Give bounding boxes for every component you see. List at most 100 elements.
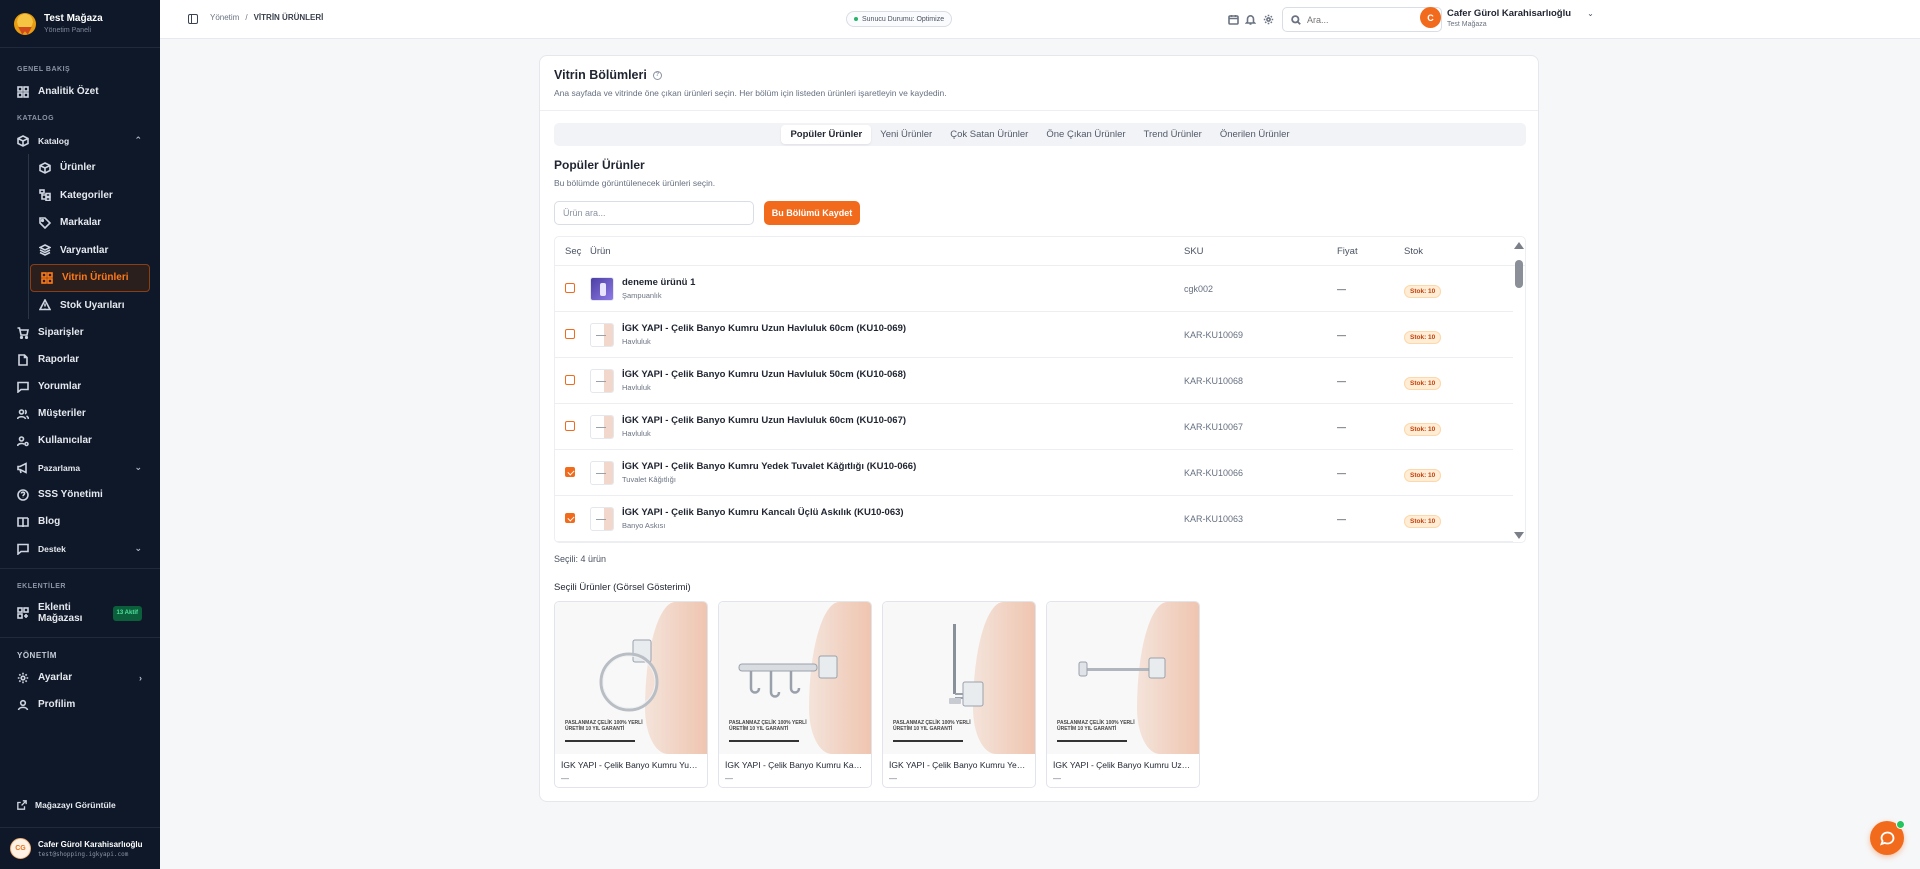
help-icon[interactable]: ?	[652, 70, 662, 80]
breadcrumb-root[interactable]: Yönetim	[210, 13, 239, 22]
section-admin: YÖNETİM	[17, 650, 57, 660]
sidebar-item-support[interactable]: Destek ⌄	[0, 535, 160, 562]
showcase-card: Vitrin Bölümleri ? Ana sayfada ve vitrin…	[539, 55, 1539, 802]
tab-recommended[interactable]: Önerilen Ürünler	[1211, 125, 1299, 144]
row-stock-cell: Stok: 10	[1404, 328, 1504, 344]
sidebar-item-variants[interactable]: Varyantlar	[29, 237, 160, 265]
sidebar-item-plugin-store[interactable]: Eklenti Mağazası 13 Aktif	[0, 595, 160, 631]
product-image: PASLANMAZ ÇELİK 100% YERLİ ÜRETİM 10 YIL…	[1047, 602, 1199, 754]
scroll-thumb[interactable]	[1515, 260, 1523, 288]
product-image: PASLANMAZ ÇELİK 100% YERLİ ÜRETİM 10 YIL…	[719, 602, 871, 754]
sidebar-item-brands[interactable]: Markalar	[29, 209, 160, 237]
sidebar-item-label: Eklenti Mağazası	[38, 602, 83, 624]
product-thumbnail	[590, 322, 614, 347]
stock-badge: Stok: 10	[1404, 514, 1442, 528]
product-search-input[interactable]	[554, 201, 754, 225]
scroll-down-arrow-icon[interactable]	[1514, 532, 1524, 539]
sidebar-item-analytics[interactable]: Analitik Özet	[0, 78, 160, 105]
selected-product-card[interactable]: PASLANMAZ ÇELİK 100% YERLİ ÜRETİM 10 YIL…	[882, 601, 1036, 788]
tab-new[interactable]: Yeni Ürünler	[871, 125, 941, 144]
tab-featured[interactable]: Öne Çıkan Ürünler	[1037, 125, 1134, 144]
sidebar-item-users[interactable]: Kullanıcılar	[0, 427, 160, 454]
global-search[interactable]	[1282, 7, 1442, 32]
sidebar-item-label: Markalar	[60, 217, 102, 229]
sidebar-item-categories[interactable]: Kategoriler	[29, 182, 160, 210]
tab-popular[interactable]: Popüler Ürünler	[781, 125, 872, 144]
gear-icon	[17, 672, 29, 684]
sidebar-item-reports[interactable]: Raporlar	[0, 346, 160, 373]
sidebar-item-label: Siparişler	[38, 327, 84, 338]
table-scrollbar[interactable]	[1514, 242, 1524, 539]
product-sku: cgk002	[1184, 283, 1214, 294]
sidebar-item-settings[interactable]: Ayarlar ›	[0, 664, 160, 691]
sidebar-item-orders[interactable]: Siparişler	[0, 319, 160, 346]
table-header: Seç Ürün SKU Fiyat Stok	[555, 237, 1525, 266]
column-header-stock: Stok	[1404, 245, 1424, 257]
selected-product-card[interactable]: PASLANMAZ ÇELİK 100% YERLİ ÜRETİM 10 YIL…	[1046, 601, 1200, 788]
layers-icon	[39, 244, 51, 257]
selected-product-card[interactable]: PASLANMAZ ÇELİK 100% YERLİ ÜRETİM 10 YIL…	[718, 601, 872, 788]
tree-icon	[39, 189, 51, 202]
row-select-cell	[555, 466, 590, 480]
row-checkbox[interactable]	[565, 374, 575, 385]
sidebar-item-customers[interactable]: Müşteriler	[0, 400, 160, 427]
selected-product-card[interactable]: PASLANMAZ ÇELİK 100% YERLİ ÜRETİM 10 YIL…	[554, 601, 708, 788]
section-plugins: EKLENTİLER	[17, 582, 66, 590]
sidebar-item-catalog[interactable]: Katalog ⌃	[0, 127, 160, 154]
row-checkbox[interactable]	[565, 282, 575, 293]
sidebar-item-products[interactable]: Ürünler	[29, 154, 160, 182]
sidebar-user[interactable]: CG Cafer Gürol Karahisarlıoğlu test@shop…	[0, 827, 160, 869]
sidebar-item-profile[interactable]: Profilim	[0, 691, 160, 718]
row-checkbox[interactable]	[565, 420, 575, 431]
product-table: Seç Ürün SKU Fiyat Stok deneme ürünü 1 Ş…	[554, 236, 1526, 543]
table-row[interactable]: İGK YAPI - Çelik Banyo Kumru Yedek Tuval…	[555, 450, 1513, 496]
cart-icon	[17, 326, 29, 339]
store-logo-icon	[14, 12, 36, 35]
sidebar-item-label: Destek	[38, 543, 66, 554]
brand-title: Test Mağaza	[44, 13, 103, 24]
sidebar-item-label: Analitik Özet	[38, 86, 99, 97]
card-header: Vitrin Bölümleri ? Ana sayfada ve vitrin…	[540, 56, 1538, 111]
save-section-button[interactable]: Bu Bölümü Kaydet	[764, 201, 860, 225]
view-store-link[interactable]: Mağazayı Görüntüle	[0, 793, 160, 817]
sidebar-item-faq[interactable]: SSS Yönetimi	[0, 481, 160, 508]
product-caption: İGK YAPI - Çelik Banyo Kumru Kancalı Üçl…	[725, 760, 871, 770]
search-icon	[1291, 14, 1301, 25]
table-row[interactable]: deneme ürünü 1 Şampuanlık cgk002 — Stok:…	[555, 266, 1513, 312]
sidebar-item-showcase-products[interactable]: Vitrin Ürünleri	[30, 264, 150, 292]
sidebar-item-label: Yorumlar	[38, 381, 82, 392]
row-product-cell: İGK YAPI - Çelik Banyo Kumru Uzun Havlul…	[590, 414, 1184, 439]
sidebar-item-label: Profilim	[38, 699, 76, 710]
user-menu[interactable]: C Cafer Gürol Karahisarlıoğlu Test Mağaz…	[1420, 7, 1594, 28]
global-search-input[interactable]	[1307, 14, 1427, 25]
chevron-right-icon: ›	[139, 672, 142, 683]
row-checkbox[interactable]	[565, 328, 575, 339]
table-row[interactable]: İGK YAPI - Çelik Banyo Kumru Uzun Havlul…	[555, 404, 1513, 450]
product-price: —	[725, 774, 733, 783]
calendar-icon[interactable]	[1228, 14, 1239, 25]
gear-icon[interactable]	[1263, 14, 1274, 25]
tab-best-selling[interactable]: Çok Satan Ürünler	[941, 125, 1037, 144]
sidebar-user-name: Cafer Gürol Karahisarlıoğlu	[38, 839, 143, 849]
sidebar-item-blog[interactable]: Blog	[0, 508, 160, 535]
product-price: —	[561, 774, 569, 783]
sidebar-item-marketing[interactable]: Pazarlama ⌄	[0, 454, 160, 481]
sidebar-item-stock-alerts[interactable]: Stok Uyarıları	[29, 292, 160, 320]
product-image-underline	[1057, 740, 1127, 742]
table-row[interactable]: İGK YAPI - Çelik Banyo Kumru Uzun Havlul…	[555, 312, 1513, 358]
chat-button[interactable]	[1870, 820, 1905, 855]
users-icon	[17, 408, 29, 420]
sidebar-item-comments[interactable]: Yorumlar	[0, 373, 160, 400]
scroll-up-arrow-icon[interactable]	[1514, 242, 1524, 249]
brand[interactable]: Test Mağaza Yönetim Paneli	[0, 0, 160, 48]
row-checkbox[interactable]	[565, 466, 575, 477]
sidebar-toggle-icon[interactable]	[188, 14, 198, 24]
column-header-price: Fiyat	[1337, 245, 1358, 257]
table-row[interactable]: İGK YAPI - Çelik Banyo Kumru Uzun Havlul…	[555, 358, 1513, 404]
tab-trending[interactable]: Trend Ürünler	[1135, 125, 1211, 144]
bell-icon[interactable]	[1244, 14, 1257, 25]
file-icon	[17, 353, 29, 366]
row-select-cell	[555, 328, 590, 342]
row-checkbox[interactable]	[565, 512, 575, 523]
table-row[interactable]: İGK YAPI - Çelik Banyo Kumru Kancalı Üçl…	[555, 496, 1513, 542]
